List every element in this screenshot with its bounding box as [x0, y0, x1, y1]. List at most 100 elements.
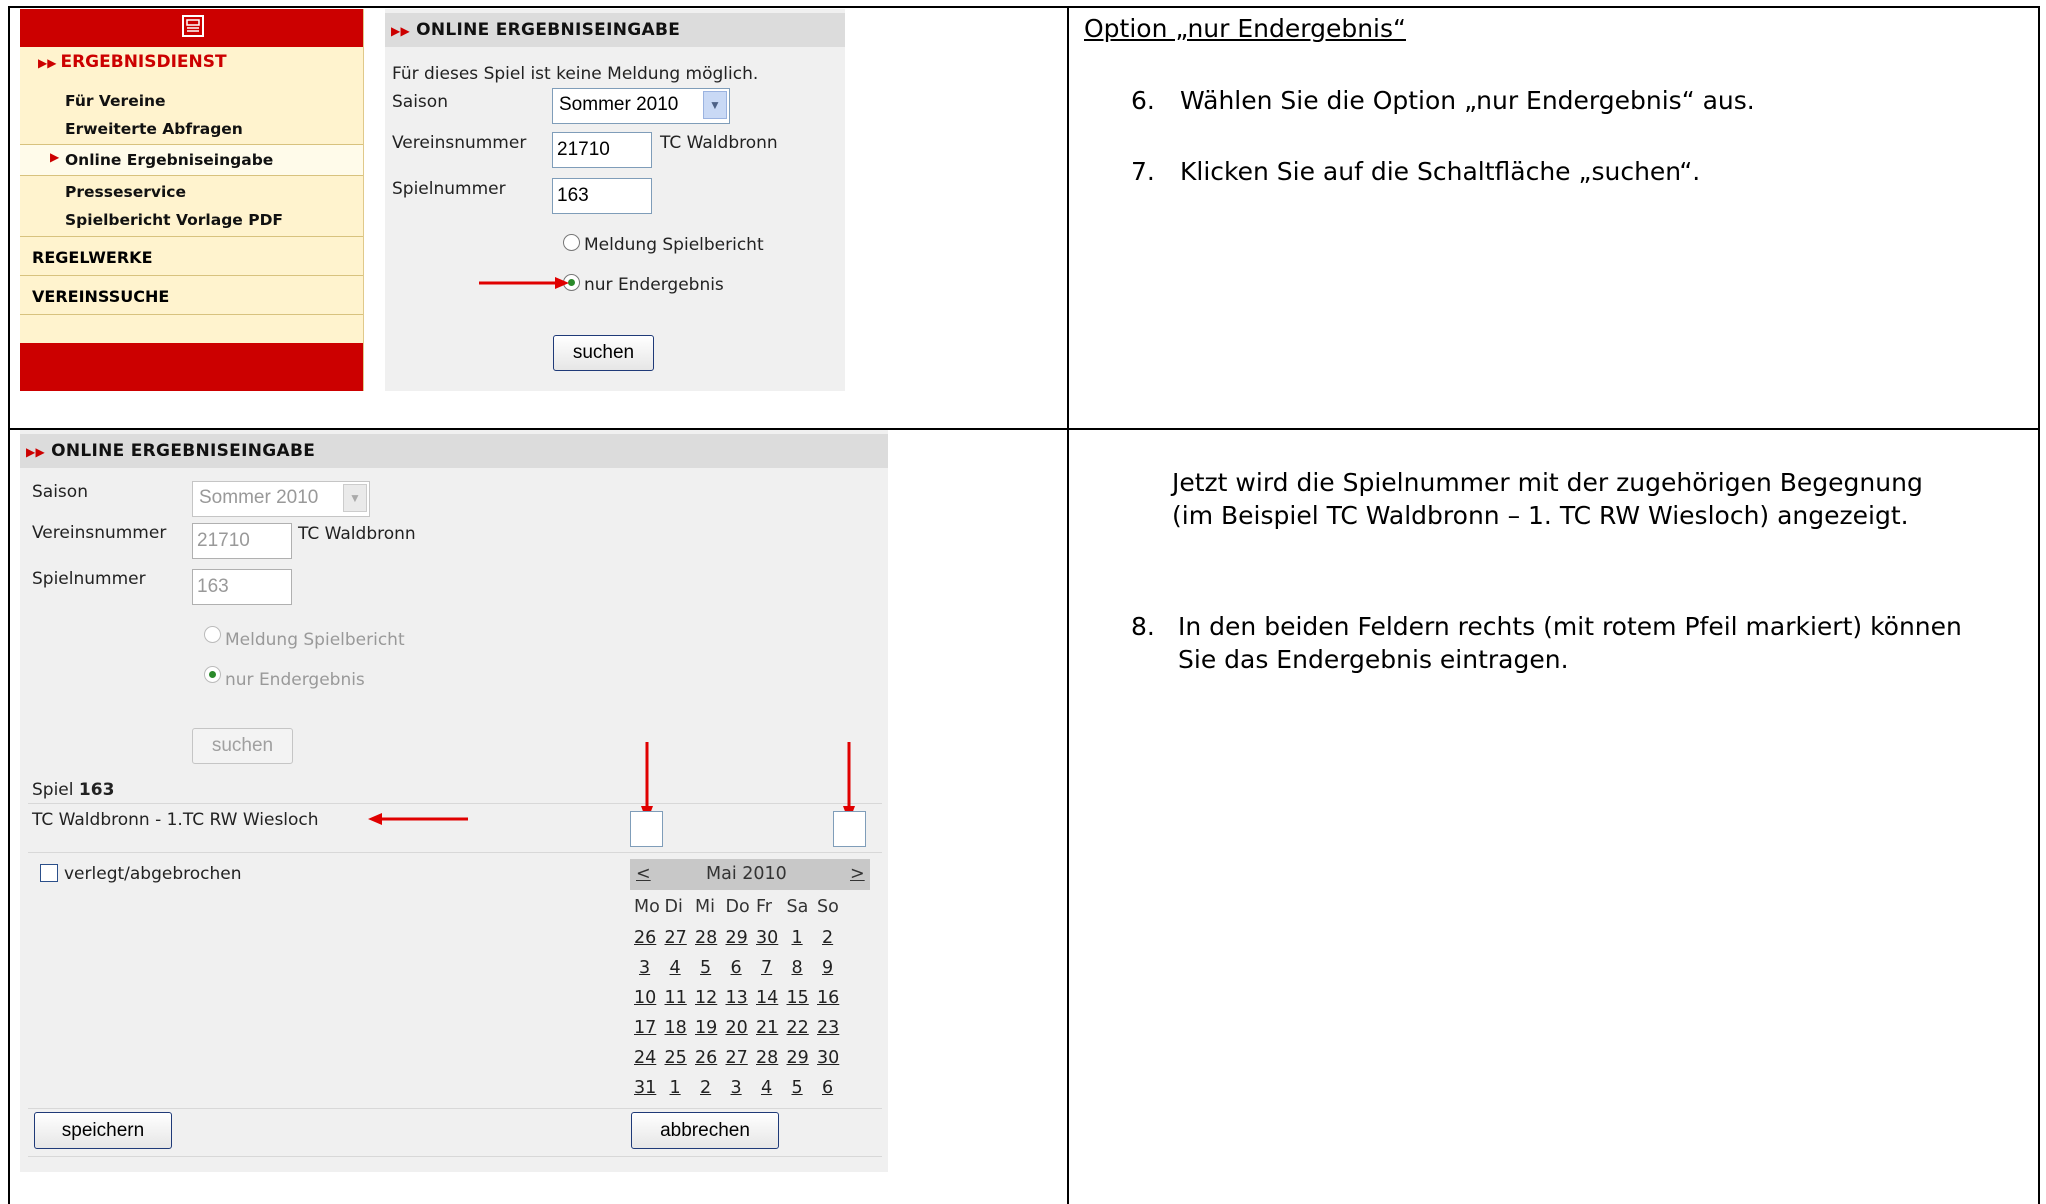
calendar-day[interactable]: 5	[792, 1078, 803, 1098]
calendar-day[interactable]: 14	[756, 988, 778, 1008]
verein-name: TC Waldbronn	[298, 524, 416, 544]
sidebar-menu: ▶▶ ERGEBNISDIENST Für Vereine Erweiterte …	[20, 9, 364, 391]
menu-item-regelwerke[interactable]: REGELWERKE	[32, 248, 375, 267]
calendar-day[interactable]: 4	[761, 1078, 772, 1098]
vereinsnummer-input: 21710	[192, 523, 292, 559]
calendar-weekday: Do	[725, 897, 750, 917]
step-8-text: In den beiden Feldern rechts (mit rotem …	[1178, 612, 1962, 674]
calendar-day[interactable]: 17	[634, 1018, 656, 1038]
spiel-label: Spiel 163	[32, 780, 115, 800]
calendar-day[interactable]: 8	[792, 958, 803, 978]
saison-label: Saison	[32, 482, 88, 502]
calendar-day[interactable]: 3	[639, 958, 650, 978]
form-panel: ▶▶ ONLINE ERGEBNISEINGABE Für dieses Spie…	[385, 9, 845, 391]
calendar-day[interactable]: 27	[726, 1048, 748, 1068]
radio-meldung-label: Meldung Spielbericht	[584, 235, 764, 255]
calendar-day[interactable]: 25	[665, 1048, 687, 1068]
table-border-top	[8, 6, 2040, 8]
calendar-day[interactable]: 10	[634, 988, 656, 1008]
suchen-button[interactable]: suchen	[553, 335, 654, 371]
calendar-day[interactable]: 16	[817, 988, 839, 1008]
calendar-day[interactable]: 2	[822, 928, 833, 948]
calendar-day[interactable]: 26	[695, 1048, 717, 1068]
spielnummer-label: Spielnummer	[392, 179, 506, 199]
calendar-day[interactable]: 6	[822, 1078, 833, 1098]
calendar-day[interactable]: 2	[700, 1078, 711, 1098]
step-7-number: 7.	[1131, 157, 1155, 186]
red-arrow-icon	[368, 813, 468, 825]
spielnummer-input[interactable]: 163	[552, 178, 652, 214]
separator	[28, 1108, 882, 1109]
calendar-day[interactable]: 1	[792, 928, 803, 948]
calendar-weekday: Mi	[695, 897, 715, 917]
vereinsnummer-input[interactable]: 21710	[552, 132, 652, 168]
menu-item-vereinssuche[interactable]: VEREINSSUCHE	[32, 287, 375, 306]
score-home-input[interactable]	[630, 811, 663, 847]
spielnummer-input: 163	[192, 569, 292, 605]
step-7-text: Klicken Sie auf die Schaltfläche „suchen…	[1180, 157, 1701, 186]
menu-item-erweiterte-abfragen[interactable]: Erweiterte Abfragen	[65, 120, 243, 138]
menu-item-spielbericht-vorlage[interactable]: Spielbericht Vorlage PDF	[65, 211, 283, 229]
calendar-weekday: Di	[664, 897, 683, 917]
verlegt-label: verlegt/abgebrochen	[64, 864, 242, 884]
menu-top-bar	[20, 9, 363, 47]
calendar-day[interactable]: 23	[817, 1018, 839, 1038]
calendar-day[interactable]: 28	[695, 928, 717, 948]
verlegt-checkbox[interactable]	[40, 864, 58, 882]
calendar-day[interactable]: 12	[695, 988, 717, 1008]
calendar-day[interactable]: 19	[695, 1018, 717, 1038]
saison-label: Saison	[392, 92, 448, 112]
calendar-day[interactable]: 28	[756, 1048, 778, 1068]
radio-meldung-spielbericht[interactable]	[563, 234, 580, 251]
match-text: TC Waldbronn - 1.TC RW Wiesloch	[32, 810, 319, 830]
calendar-day[interactable]: 6	[731, 958, 742, 978]
red-arrow-icon	[479, 277, 569, 289]
calendar-day[interactable]: 29	[726, 928, 748, 948]
calendar-day[interactable]: 4	[670, 958, 681, 978]
calendar-day[interactable]: 9	[822, 958, 833, 978]
abbrechen-button[interactable]: abbrechen	[631, 1112, 779, 1149]
calendar-day[interactable]: 20	[726, 1018, 748, 1038]
calendar-day[interactable]: 13	[726, 988, 748, 1008]
calendar-next[interactable]: >	[850, 864, 865, 884]
menu-item-presseservice[interactable]: Presseservice	[65, 183, 186, 201]
chevron-down-icon[interactable]: ▼	[703, 91, 727, 119]
calendar-day[interactable]: 11	[665, 988, 687, 1008]
calendar-day[interactable]: 1	[670, 1078, 681, 1098]
speichern-button[interactable]: speichern	[34, 1112, 172, 1149]
calendar-day[interactable]: 31	[634, 1078, 656, 1098]
menu-item-ergebnisdienst[interactable]: ▶▶ ERGEBNISDIENST	[38, 52, 381, 72]
calendar-day[interactable]: 3	[731, 1078, 742, 1098]
calendar-day[interactable]: 27	[665, 928, 687, 948]
menu-item-online-ergebniseingabe[interactable]: Online Ergebniseingabe	[65, 151, 273, 169]
calendar-day[interactable]: 22	[787, 1018, 809, 1038]
calendar-day[interactable]: 18	[665, 1018, 687, 1038]
verein-name: TC Waldbronn	[660, 133, 778, 153]
calendar-day[interactable]: 26	[634, 928, 656, 948]
saison-select[interactable]: Sommer 2010 ▼	[552, 88, 730, 124]
vereinsnummer-label: Vereinsnummer	[32, 523, 167, 543]
calendar-day[interactable]: 5	[700, 958, 711, 978]
calendar-day[interactable]: 21	[756, 1018, 778, 1038]
calendar-day[interactable]: 24	[634, 1048, 656, 1068]
saison-select: Sommer 2010 ▼	[192, 481, 370, 517]
spielnummer-label: Spielnummer	[32, 569, 146, 589]
calendar-day[interactable]: 30	[756, 928, 778, 948]
table-border-divider	[1067, 6, 1069, 1204]
menu-separator	[20, 275, 363, 276]
menu-item-fuer-vereine[interactable]: Für Vereine	[65, 92, 166, 110]
radio-meldung-label: Meldung Spielbericht	[225, 630, 405, 650]
form-header: ▶▶ ONLINE ERGEBNISEINGABE	[385, 13, 845, 47]
vereinsnummer-label: Vereinsnummer	[392, 133, 527, 153]
calendar-day[interactable]: 15	[787, 988, 809, 1008]
printer-icon[interactable]	[180, 13, 206, 39]
calendar-prev[interactable]: <	[636, 864, 651, 884]
calendar-day[interactable]: 7	[761, 958, 772, 978]
radio-meldung-spielbericht	[204, 626, 221, 643]
calendar-weekday: So	[817, 897, 839, 917]
double-chevron-icon: ▶▶	[26, 445, 46, 459]
score-guest-input[interactable]	[833, 811, 866, 847]
calendar-weekday: Mo	[634, 897, 660, 917]
calendar-day[interactable]: 30	[817, 1048, 839, 1068]
calendar-day[interactable]: 29	[787, 1048, 809, 1068]
